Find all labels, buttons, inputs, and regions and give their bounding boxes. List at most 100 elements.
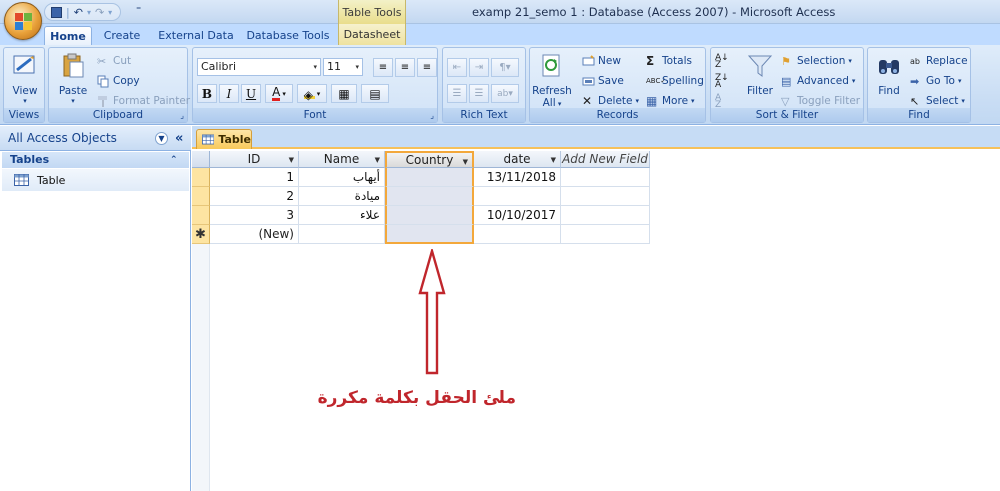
- decrease-indent-button[interactable]: ⇤: [447, 58, 467, 77]
- selection-button[interactable]: ⚑ Selection ▾: [781, 52, 852, 70]
- new-row-selector[interactable]: ✱: [192, 225, 210, 244]
- chevron-down-icon[interactable]: ▼: [289, 156, 294, 164]
- cut-button[interactable]: ✂ Cut: [97, 52, 131, 70]
- save-icon[interactable]: [51, 6, 62, 18]
- cell-country[interactable]: [385, 168, 474, 187]
- dialog-launcher-icon[interactable]: ⌟: [430, 111, 434, 120]
- refresh-all-button[interactable]: Refresh All ▾: [532, 52, 572, 109]
- customize-qat-icon[interactable]: ⁼: [136, 5, 141, 16]
- group-label-views: Views: [4, 108, 44, 122]
- undo-icon[interactable]: ↶: [74, 6, 83, 19]
- office-logo-icon: [15, 13, 33, 31]
- text-direction-button[interactable]: ¶▾: [491, 58, 519, 77]
- bold-button[interactable]: B: [197, 84, 217, 103]
- alternate-fill-button[interactable]: ▤: [361, 84, 389, 103]
- replace-button[interactable]: ab Replace: [910, 52, 968, 70]
- nav-pane-header[interactable]: All Access Objects ▼ «: [0, 126, 191, 151]
- copy-button[interactable]: Copy: [97, 72, 140, 90]
- cell-add-new-field[interactable]: [561, 225, 650, 244]
- binoculars-icon: [879, 60, 899, 74]
- row-selector[interactable]: [192, 168, 210, 187]
- cell-id-new[interactable]: (New): [210, 225, 299, 244]
- paste-button[interactable]: Paste ▾: [55, 52, 91, 105]
- totals-button[interactable]: Σ Totals: [646, 52, 692, 70]
- numbering-icon: ☰: [452, 88, 462, 99]
- bullets-button[interactable]: ☰: [469, 84, 489, 103]
- cell-country[interactable]: [385, 225, 474, 244]
- tab-create[interactable]: Create: [98, 26, 146, 45]
- cell-add-new-field[interactable]: [561, 168, 650, 187]
- increase-indent-button[interactable]: ⇥: [469, 58, 489, 77]
- cell-id[interactable]: 1: [210, 168, 299, 187]
- cell-date[interactable]: 10/10/2017: [474, 206, 561, 225]
- filter-button[interactable]: Filter: [741, 52, 779, 97]
- cell-country[interactable]: [385, 206, 474, 225]
- column-header-date[interactable]: date ▼: [474, 151, 561, 168]
- office-button[interactable]: [4, 2, 42, 40]
- cell-name[interactable]: أيهاب: [299, 168, 385, 187]
- sort-ascending-button[interactable]: A↓ Z: [715, 52, 729, 70]
- chevron-down-icon[interactable]: ▼: [155, 132, 168, 145]
- column-header-country[interactable]: Country ▼: [385, 151, 474, 168]
- document-area: Table ID ▼ Name ▼ Country ▼ date ▼ Add New F…: [192, 126, 1000, 491]
- scissors-icon: ✂: [97, 54, 107, 68]
- chevron-down-icon[interactable]: ▼: [551, 156, 556, 164]
- align-center-button[interactable]: ≡: [395, 58, 415, 77]
- column-header-add-new-field[interactable]: Add New Field: [561, 151, 650, 168]
- chevron-down-icon[interactable]: ▼: [375, 156, 380, 164]
- highlight-button[interactable]: ab▾: [491, 84, 519, 103]
- redo-icon[interactable]: ↷: [95, 6, 104, 19]
- column-header-id[interactable]: ID ▼: [210, 151, 299, 168]
- cell-name[interactable]: [299, 225, 385, 244]
- cell-date[interactable]: 13/11/2018: [474, 168, 561, 187]
- cell-country[interactable]: [385, 187, 474, 206]
- cursor-icon: ↖: [910, 94, 920, 108]
- column-header-name[interactable]: Name ▼: [299, 151, 385, 168]
- save-record-button[interactable]: Save: [582, 72, 624, 90]
- align-right-button[interactable]: ≡: [417, 58, 437, 77]
- spelling-button[interactable]: ABC✓ Spelling: [646, 72, 704, 90]
- font-size-select[interactable]: 11 ▾: [323, 58, 363, 76]
- indent-icon: ⇤: [452, 62, 462, 73]
- row-selector[interactable]: [192, 206, 210, 225]
- numbering-button[interactable]: ☰: [447, 84, 467, 103]
- chevron-down-icon[interactable]: ▼: [463, 158, 468, 166]
- tab-datasheet[interactable]: Datasheet: [338, 24, 406, 45]
- document-tab-table[interactable]: Table: [196, 129, 252, 149]
- tab-external-data[interactable]: External Data: [158, 26, 234, 45]
- cell-date[interactable]: [474, 225, 561, 244]
- font-color-button[interactable]: A ▾: [265, 84, 293, 103]
- advanced-button[interactable]: ▤ Advanced ▾: [781, 72, 855, 90]
- cell-id[interactable]: 3: [210, 206, 299, 225]
- new-record-button[interactable]: New: [582, 52, 621, 70]
- cell-name[interactable]: علاء: [299, 206, 385, 225]
- tab-home[interactable]: Home: [44, 26, 92, 45]
- cell-name[interactable]: ميادة: [299, 187, 385, 206]
- cell-date[interactable]: [474, 187, 561, 206]
- italic-button[interactable]: I: [219, 84, 239, 103]
- cell-add-new-field[interactable]: [561, 206, 650, 225]
- font-name-select[interactable]: Calibri ▾: [197, 58, 321, 76]
- select-all-corner[interactable]: [192, 151, 210, 168]
- nav-item-table[interactable]: Table: [2, 169, 189, 191]
- goto-button[interactable]: ➡ Go To ▾: [910, 72, 961, 90]
- toggle-filter-icon: ▽: [781, 94, 790, 108]
- collapse-pane-icon[interactable]: «: [175, 126, 183, 151]
- gridlines-button[interactable]: ▦: [331, 84, 357, 103]
- nav-group-tables[interactable]: Tables ⌃: [2, 152, 189, 168]
- cell-id[interactable]: 2: [210, 187, 299, 206]
- underline-button[interactable]: U: [241, 84, 261, 103]
- sort-descending-button[interactable]: Z↓ A: [715, 72, 729, 90]
- title-bar: | ↶ ▾ ↷ ▾ ⁼ Table Tools examp 21_semo 1 …: [0, 0, 1000, 24]
- tab-database-tools[interactable]: Database Tools: [246, 26, 330, 45]
- view-button[interactable]: View ▾: [8, 52, 42, 105]
- sigma-icon: Σ: [646, 53, 655, 68]
- chevron-up-icon[interactable]: ⌃: [170, 152, 178, 168]
- row-selector[interactable]: [192, 187, 210, 206]
- fill-color-button[interactable]: ◈ ▾: [297, 84, 327, 103]
- align-left-button[interactable]: ≡: [373, 58, 393, 77]
- find-button[interactable]: Find: [872, 52, 906, 97]
- dialog-launcher-icon[interactable]: ⌟: [180, 111, 184, 120]
- cell-add-new-field[interactable]: [561, 187, 650, 206]
- group-label-font: Font: [193, 108, 437, 122]
